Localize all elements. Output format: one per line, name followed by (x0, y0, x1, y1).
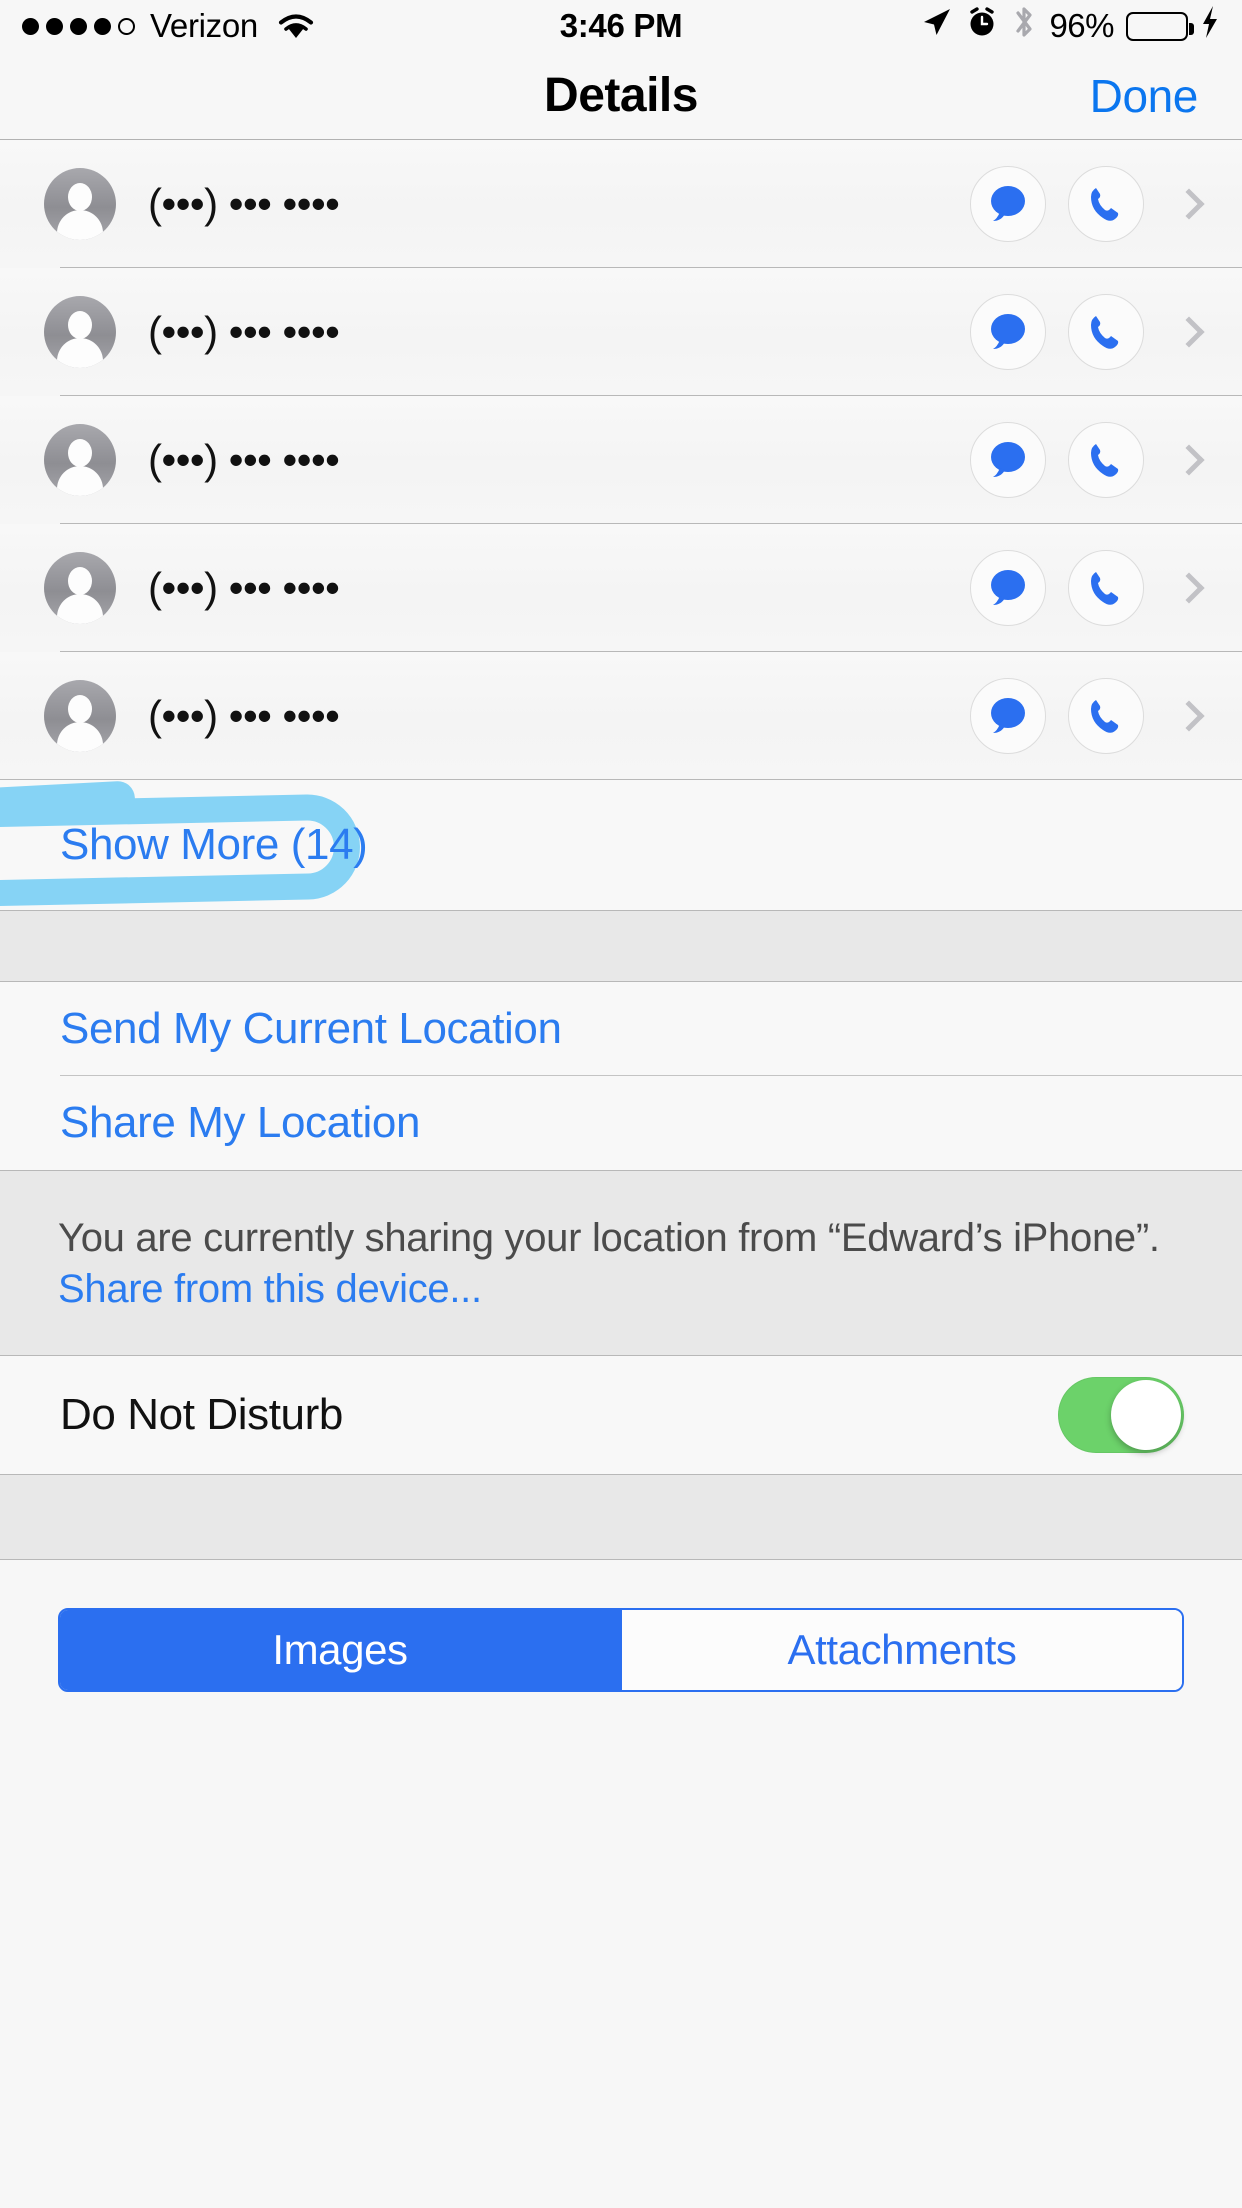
tab-attachments[interactable]: Attachments (620, 1610, 1182, 1691)
do-not-disturb-row[interactable]: Do Not Disturb (0, 1356, 1242, 1475)
phone-icon (1091, 188, 1119, 221)
avatar (44, 552, 116, 624)
row-actions (970, 678, 1242, 754)
contact-number: (•••) ••• •••• (148, 692, 340, 739)
segmented-control-wrap: Images Attachments (0, 1560, 1242, 1693)
signal-strength-icon (22, 17, 135, 35)
carrier-label: Verizon (150, 7, 258, 44)
chevron-right-icon[interactable] (1173, 444, 1205, 476)
contact-number: (•••) ••• •••• (148, 180, 340, 227)
battery-icon (1126, 11, 1194, 41)
location-sharing-note: You are currently sharing your location … (0, 1170, 1242, 1357)
page-title: Details (544, 69, 698, 122)
location-arrow-icon (919, 5, 953, 48)
avatar (44, 168, 116, 240)
message-button[interactable] (970, 294, 1046, 370)
message-bubble-icon (991, 442, 1025, 477)
message-bubble-icon (991, 314, 1025, 349)
table-row[interactable]: (•••) ••• •••• (0, 652, 1242, 780)
wifi-icon (277, 11, 315, 41)
contact-number: (•••) ••• •••• (148, 308, 340, 355)
avatar (44, 424, 116, 496)
message-button[interactable] (970, 678, 1046, 754)
share-from-this-device-link[interactable]: Share from this device... (58, 1264, 1184, 1315)
share-my-location-label: Share My Location (60, 1098, 421, 1147)
charging-bolt-icon (1200, 5, 1220, 48)
message-button[interactable] (970, 550, 1046, 626)
row-actions (970, 294, 1242, 370)
call-button[interactable] (1068, 678, 1144, 754)
message-button[interactable] (970, 422, 1046, 498)
send-current-location-label: Send My Current Location (60, 1004, 562, 1053)
bluetooth-icon (1011, 4, 1037, 49)
chevron-right-icon[interactable] (1173, 316, 1205, 348)
contact-list: (•••) ••• •••• (•••) ••• •••• (•••) ••• … (0, 140, 1242, 780)
chevron-right-icon[interactable] (1173, 188, 1205, 220)
battery-percent-label: 96% (1049, 7, 1114, 44)
table-row[interactable]: (•••) ••• •••• (0, 524, 1242, 652)
phone-icon (1091, 316, 1119, 349)
table-row[interactable]: (•••) ••• •••• (0, 140, 1242, 268)
show-more-button[interactable]: Show More (14) (60, 820, 368, 870)
table-row[interactable]: (•••) ••• •••• (0, 268, 1242, 396)
location-sharing-text: You are currently sharing your location … (58, 1216, 1160, 1260)
share-my-location-row[interactable]: Share My Location (0, 1076, 1242, 1170)
details-screen: Verizon 3:46 PM 96% Details Done (•••) •… (0, 0, 1242, 2208)
status-bar-right: 96% (919, 4, 1220, 49)
message-bubble-icon (991, 698, 1025, 733)
message-bubble-icon (991, 570, 1025, 605)
call-button[interactable] (1068, 422, 1144, 498)
row-actions (970, 422, 1242, 498)
call-button[interactable] (1068, 166, 1144, 242)
message-button[interactable] (970, 166, 1046, 242)
phone-icon (1091, 572, 1119, 605)
chevron-right-icon[interactable] (1173, 700, 1205, 732)
alarm-clock-icon (965, 5, 999, 48)
row-actions (970, 550, 1242, 626)
segmented-control: Images Attachments (58, 1608, 1184, 1693)
status-bar: Verizon 3:46 PM 96% (0, 0, 1242, 52)
section-gap (0, 910, 1242, 982)
do-not-disturb-label: Do Not Disturb (60, 1390, 343, 1440)
phone-icon (1091, 700, 1119, 733)
show-more-row[interactable]: Show More (14) (0, 780, 1242, 910)
status-bar-left: Verizon (22, 7, 315, 45)
row-actions (970, 166, 1242, 242)
message-bubble-icon (991, 186, 1025, 221)
section-gap (0, 1474, 1242, 1561)
call-button[interactable] (1068, 294, 1144, 370)
done-button[interactable]: Done (1090, 69, 1199, 123)
tab-images[interactable]: Images (60, 1610, 620, 1691)
call-button[interactable] (1068, 550, 1144, 626)
contact-number: (•••) ••• •••• (148, 564, 340, 611)
send-current-location-row[interactable]: Send My Current Location (0, 982, 1242, 1076)
avatar (44, 296, 116, 368)
phone-icon (1091, 444, 1119, 477)
do-not-disturb-toggle[interactable] (1058, 1377, 1184, 1454)
contact-number: (•••) ••• •••• (148, 436, 340, 483)
chevron-right-icon[interactable] (1173, 572, 1205, 604)
table-row[interactable]: (•••) ••• •••• (0, 396, 1242, 524)
toggle-knob (1111, 1380, 1181, 1451)
navigation-bar: Details Done (0, 52, 1242, 140)
avatar (44, 680, 116, 752)
